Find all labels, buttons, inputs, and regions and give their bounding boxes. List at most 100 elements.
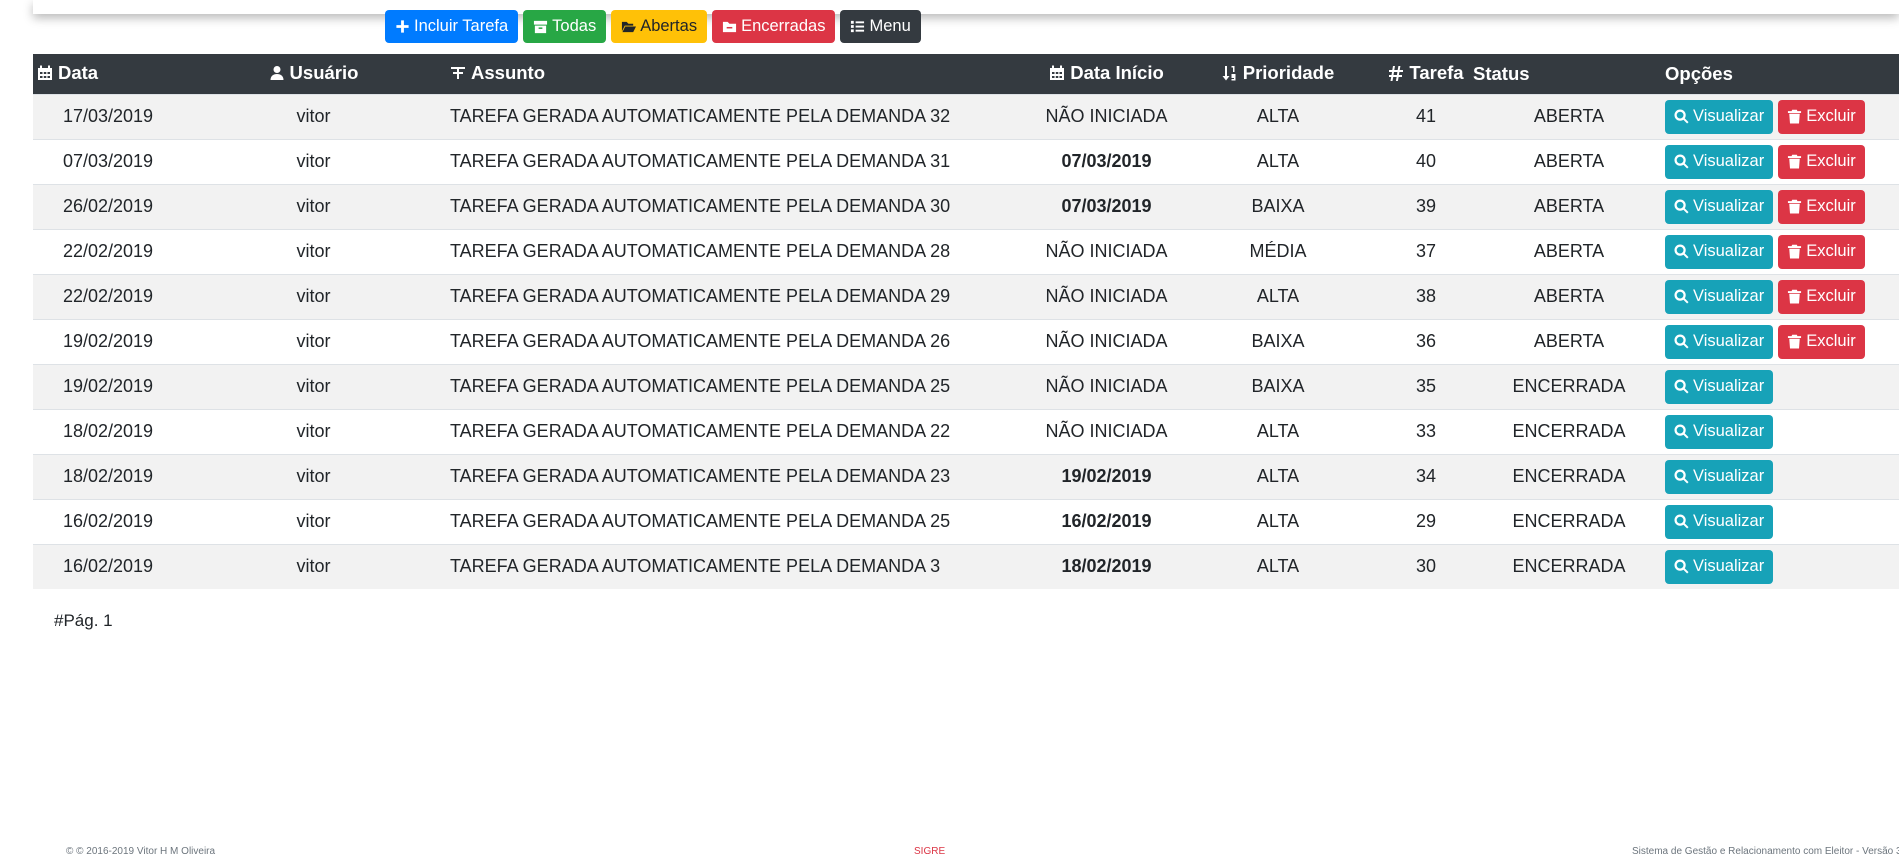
- cell-data: 19/02/2019: [62, 331, 154, 351]
- view-button[interactable]: Visualizar: [1665, 459, 1774, 494]
- cell-usuario: vitor: [296, 196, 331, 216]
- open-tasks-button[interactable]: Abertas: [611, 10, 708, 43]
- cell-data: 16/02/2019: [62, 556, 154, 577]
- include-task-button[interactable]: Incluir Tarefa: [385, 10, 519, 43]
- column-header-status[interactable]: Status: [1473, 54, 1665, 94]
- cell-prioridade: BAIXA: [1251, 196, 1305, 216]
- delete-label: Excluir: [1806, 287, 1856, 305]
- cell-opcoes: Visualizar: [1665, 544, 1899, 589]
- table-row[interactable]: 19/02/2019 vitor TAREFA GERADA AUTOMATICAM…: [33, 364, 1899, 409]
- page-indicator: #Pág. 1: [54, 611, 113, 630]
- closed-tasks-button[interactable]: Encerradas: [712, 10, 836, 43]
- row-actions: Visualizar: [1665, 459, 1899, 494]
- cell-usuario: vitor: [296, 466, 331, 486]
- calendar-icon: [1050, 65, 1065, 80]
- cell-data-inicio: NÃO INICIADA: [1045, 376, 1168, 396]
- view-button[interactable]: Visualizar: [1665, 324, 1774, 359]
- cell-tarefa: 38: [1415, 286, 1437, 306]
- delete-button[interactable]: Excluir: [1778, 189, 1865, 224]
- hashtag-icon: [1389, 65, 1404, 81]
- view-button[interactable]: Visualizar: [1665, 549, 1774, 584]
- view-button[interactable]: Visualizar: [1665, 144, 1774, 179]
- row-actions: Visualizar Excluir: [1665, 99, 1899, 134]
- cell-prioridade: BAIXA: [1251, 376, 1305, 396]
- cell-data: 17/03/2019: [62, 106, 154, 126]
- cell-opcoes: Visualizar Excluir: [1665, 139, 1899, 184]
- delete-button[interactable]: Excluir: [1778, 234, 1865, 269]
- cell-opcoes: Visualizar: [1665, 409, 1899, 454]
- column-header-tarefa[interactable]: Tarefa: [1379, 54, 1473, 94]
- cell-usuario: vitor: [296, 151, 331, 171]
- table-row[interactable]: 19/02/2019 vitor TAREFA GERADA AUTOMATICAM…: [33, 319, 1899, 364]
- cell-tarefa: 30: [1415, 556, 1437, 577]
- archive-icon: [534, 20, 548, 34]
- cell-data-inicio: NÃO INICIADA: [1045, 331, 1168, 351]
- cell-status: ENCERRADA: [1512, 511, 1626, 531]
- delete-button[interactable]: Excluir: [1778, 144, 1865, 179]
- cell-opcoes: Visualizar: [1665, 454, 1899, 499]
- cell-data: 16/02/2019: [62, 511, 154, 531]
- cell-data: 22/02/2019: [62, 241, 154, 261]
- cell-assunto: TAREFA GERADA AUTOMATICAMENTE PELA DEMAN…: [450, 421, 951, 441]
- table-row[interactable]: 16/02/2019 vitor TAREFA GERADA AUTOMATICAM…: [33, 544, 1899, 589]
- column-header-data-inicio[interactable]: Data Início: [1036, 54, 1177, 94]
- view-button[interactable]: Visualizar: [1665, 189, 1774, 224]
- row-actions: Visualizar: [1665, 414, 1899, 449]
- row-actions: Visualizar Excluir: [1665, 234, 1899, 269]
- delete-button[interactable]: Excluir: [1778, 99, 1865, 134]
- view-button[interactable]: Visualizar: [1665, 234, 1774, 269]
- column-header-assunto-label: Assunto: [471, 61, 545, 83]
- heading-icon: [451, 66, 465, 79]
- sort-numeric-icon: [1222, 65, 1236, 81]
- view-label: Visualizar: [1693, 287, 1765, 305]
- view-label: Visualizar: [1693, 557, 1765, 576]
- table-row[interactable]: 26/02/2019 vitor TAREFA GERADA AUTOMATICAM…: [33, 184, 1899, 229]
- column-header-data-label: Data: [58, 61, 99, 83]
- menu-label: Menu: [869, 17, 911, 35]
- search-icon: [1674, 424, 1689, 439]
- trash-icon: [1788, 109, 1802, 124]
- table-row[interactable]: 07/03/2019 vitor TAREFA GERADA AUTOMATICAM…: [33, 139, 1899, 184]
- cell-prioridade: ALTA: [1256, 151, 1300, 171]
- column-header-prioridade[interactable]: Prioridade: [1177, 54, 1379, 94]
- delete-button[interactable]: Excluir: [1778, 324, 1865, 359]
- row-actions: Visualizar: [1665, 504, 1899, 539]
- footer-app-name: SIGRE: [914, 846, 946, 857]
- view-button[interactable]: Visualizar: [1665, 504, 1774, 539]
- view-button[interactable]: Visualizar: [1665, 414, 1774, 449]
- cell-tarefa: 40: [1415, 151, 1437, 171]
- table-row[interactable]: 22/02/2019 vitor TAREFA GERADA AUTOMATICAM…: [33, 229, 1899, 274]
- cell-tarefa: 34: [1415, 466, 1437, 486]
- table-row[interactable]: 22/02/2019 vitor TAREFA GERADA AUTOMATICAM…: [33, 274, 1899, 319]
- table-row[interactable]: 16/02/2019 vitor TAREFA GERADA AUTOMATICAM…: [33, 499, 1899, 544]
- delete-button[interactable]: Excluir: [1778, 279, 1865, 314]
- view-button[interactable]: Visualizar: [1665, 369, 1774, 404]
- view-button[interactable]: Visualizar: [1665, 99, 1774, 134]
- column-header-assunto[interactable]: Assunto: [444, 54, 1036, 94]
- cell-data-inicio: NÃO INICIADA: [1045, 421, 1168, 441]
- cell-usuario: vitor: [296, 556, 331, 577]
- cell-prioridade: ALTA: [1256, 556, 1300, 577]
- cell-status: ABERTA: [1533, 106, 1605, 126]
- menu-button[interactable]: Menu: [840, 10, 921, 43]
- cell-status: ENCERRADA: [1512, 376, 1626, 396]
- view-button[interactable]: Visualizar: [1665, 279, 1774, 314]
- cell-status: ENCERRADA: [1512, 421, 1626, 441]
- column-header-data-inicio-label: Data Início: [1070, 61, 1164, 83]
- search-icon: [1674, 379, 1689, 394]
- column-header-data[interactable]: Data: [33, 54, 183, 94]
- column-header-usuario[interactable]: Usuário: [183, 54, 444, 94]
- cell-data-inicio: NÃO INICIADA: [1045, 286, 1168, 306]
- row-actions: Visualizar: [1665, 369, 1899, 404]
- cell-prioridade: ALTA: [1256, 106, 1300, 126]
- table-row[interactable]: 18/02/2019 vitor TAREFA GERADA AUTOMATICAM…: [33, 454, 1899, 499]
- cell-prioridade: ALTA: [1256, 511, 1300, 531]
- all-tasks-button[interactable]: Todas: [523, 10, 607, 43]
- table-row[interactable]: 18/02/2019 vitor TAREFA GERADA AUTOMATICAM…: [33, 409, 1899, 454]
- search-icon: [1674, 199, 1689, 214]
- column-header-status-label: Status: [1473, 62, 1530, 84]
- cell-tarefa: 29: [1415, 511, 1437, 531]
- table-row[interactable]: 17/03/2019 vitor TAREFA GERADA AUTOMATICAM…: [33, 94, 1899, 139]
- open-tasks-label: Abertas: [640, 17, 698, 35]
- cell-tarefa: 39: [1415, 196, 1437, 216]
